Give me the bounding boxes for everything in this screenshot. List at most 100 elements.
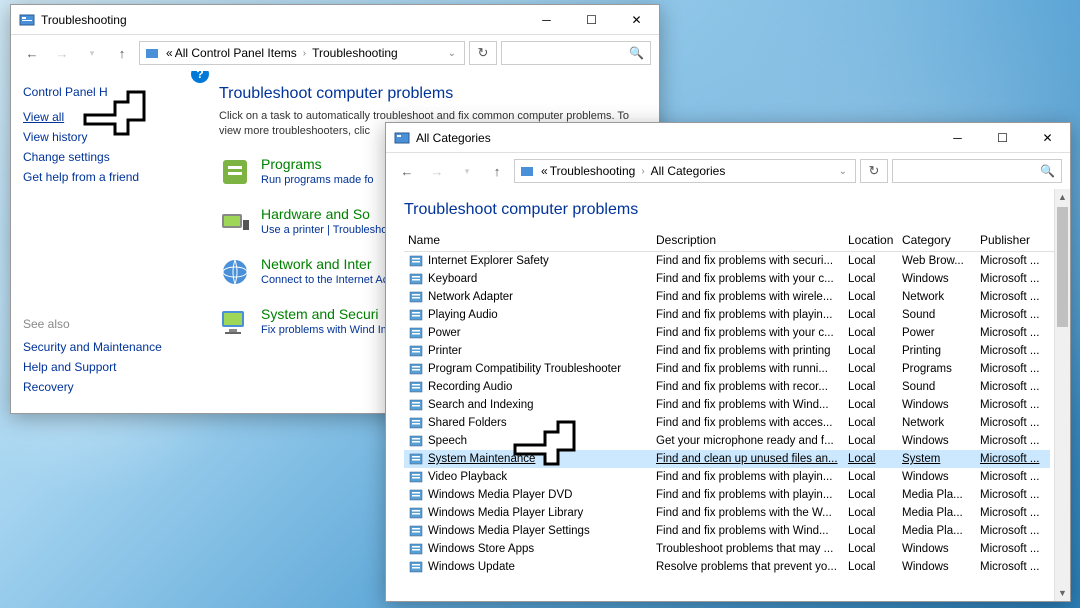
cell-category: Sound xyxy=(898,381,976,393)
forward-button[interactable]: → xyxy=(49,40,75,66)
breadcrumb-sep: › xyxy=(303,48,306,59)
minimize-button[interactable]: ─ xyxy=(935,123,980,152)
col-category[interactable]: Category xyxy=(898,233,976,247)
table-row[interactable]: System MaintenanceFind and clean up unus… xyxy=(404,450,1050,468)
sidebar-link-change-settings[interactable]: Change settings xyxy=(23,147,189,167)
sidebar-link-help[interactable]: Help and Support xyxy=(23,357,189,377)
table-row[interactable]: Video PlaybackFind and fix problems with… xyxy=(404,468,1050,486)
col-location[interactable]: Location xyxy=(844,233,898,247)
recent-dropdown[interactable]: ▾ xyxy=(454,158,480,184)
table-row[interactable]: Program Compatibility TroubleshooterFind… xyxy=(404,360,1050,378)
search-input[interactable]: 🔍 xyxy=(892,159,1062,183)
cell-publisher: Microsoft ... xyxy=(976,255,1046,267)
scroll-thumb[interactable] xyxy=(1057,207,1068,327)
col-description[interactable]: Description xyxy=(652,233,844,247)
back-button[interactable]: ← xyxy=(19,40,45,66)
refresh-button[interactable]: ↻ xyxy=(469,41,497,65)
table-row[interactable]: KeyboardFind and fix problems with your … xyxy=(404,270,1050,288)
maximize-button[interactable]: ☐ xyxy=(980,123,1025,152)
cell-description: Find and fix problems with acces... xyxy=(652,417,844,429)
navigation-bar: ← → ▾ ↑ « Troubleshooting › All Categori… xyxy=(386,153,1070,189)
breadcrumb-dropdown[interactable]: ⌄ xyxy=(835,166,851,177)
scroll-down-icon[interactable]: ▼ xyxy=(1055,585,1070,601)
col-publisher[interactable]: Publisher xyxy=(976,233,1046,247)
breadcrumb-root[interactable]: « xyxy=(166,46,173,60)
cell-publisher: Microsoft ... xyxy=(976,471,1046,483)
row-icon xyxy=(408,415,424,431)
sidebar-link-get-help[interactable]: Get help from a friend xyxy=(23,167,189,187)
cell-publisher: Microsoft ... xyxy=(976,363,1046,375)
col-name[interactable]: Name xyxy=(404,233,652,247)
cell-publisher: Microsoft ... xyxy=(976,309,1046,321)
back-button[interactable]: ← xyxy=(394,158,420,184)
table-row[interactable]: Windows Media Player LibraryFind and fix… xyxy=(404,504,1050,522)
scroll-up-icon[interactable]: ▲ xyxy=(1055,189,1070,205)
table-row[interactable]: Shared FoldersFind and fix problems with… xyxy=(404,414,1050,432)
cell-category: Windows xyxy=(898,471,976,483)
titlebar[interactable]: All Categories ─ ☐ ✕ xyxy=(386,123,1070,153)
breadcrumb-dropdown[interactable]: ⌄ xyxy=(444,48,460,59)
forward_button[interactable]: → xyxy=(424,158,450,184)
refresh-button[interactable]: ↻ xyxy=(860,159,888,183)
breadcrumb-item[interactable]: All Control Panel Items xyxy=(175,46,297,60)
cell-name: Search and Indexing xyxy=(404,397,652,413)
sidebar-link-recovery[interactable]: Recovery xyxy=(23,377,189,397)
breadcrumb-sep: › xyxy=(641,166,644,177)
cell-location: Local xyxy=(844,453,898,465)
table-row[interactable]: Windows Store AppsTroubleshoot problems … xyxy=(404,540,1050,558)
breadcrumb-root[interactable]: « xyxy=(541,164,548,178)
close-button[interactable]: ✕ xyxy=(1025,123,1070,152)
sidebar-link-view-history[interactable]: View history xyxy=(23,127,189,147)
breadcrumb-item[interactable]: Troubleshooting xyxy=(550,164,636,178)
table-row[interactable]: Recording AudioFind and fix problems wit… xyxy=(404,378,1050,396)
cell-description: Find and fix problems with runni... xyxy=(652,363,844,375)
breadcrumb-icon xyxy=(519,163,535,179)
cell-description: Troubleshoot problems that may ... xyxy=(652,543,844,555)
cell-location: Local xyxy=(844,327,898,339)
titlebar[interactable]: Troubleshooting ─ ☐ ✕ xyxy=(11,5,659,35)
recent-dropdown[interactable]: ▾ xyxy=(79,40,105,66)
cell-publisher: Microsoft ... xyxy=(976,525,1046,537)
close-button[interactable]: ✕ xyxy=(614,5,659,34)
sidebar-link-view-all[interactable]: View all xyxy=(23,107,189,127)
breadcrumb-item[interactable]: All Categories xyxy=(651,164,726,178)
cell-description: Get your microphone ready and f... xyxy=(652,435,844,447)
cell-description: Find and fix problems with Wind... xyxy=(652,525,844,537)
cell-description: Find and fix problems with wirele... xyxy=(652,291,844,303)
see-also-heading: See also xyxy=(23,317,189,331)
table-row[interactable]: Windows Media Player DVDFind and fix pro… xyxy=(404,486,1050,504)
up-button[interactable]: ↑ xyxy=(109,40,135,66)
sidebar-link-security[interactable]: Security and Maintenance xyxy=(23,337,189,357)
row-icon xyxy=(408,379,424,395)
cell-publisher: Microsoft ... xyxy=(976,453,1046,465)
table-row[interactable]: PrinterFind and fix problems with printi… xyxy=(404,342,1050,360)
cell-location: Local xyxy=(844,399,898,411)
cell-category: Windows xyxy=(898,543,976,555)
table-row[interactable]: Windows Media Player SettingsFind and fi… xyxy=(404,522,1050,540)
breadcrumb-item[interactable]: Troubleshooting xyxy=(312,46,398,60)
table-row[interactable]: Internet Explorer SafetyFind and fix pro… xyxy=(404,252,1050,270)
table-row[interactable]: Playing AudioFind and fix problems with … xyxy=(404,306,1050,324)
maximize-button[interactable]: ☐ xyxy=(569,5,614,34)
breadcrumb[interactable]: « Troubleshooting › All Categories ⌄ xyxy=(514,159,856,183)
table-row[interactable]: Windows UpdateResolve problems that prev… xyxy=(404,558,1050,576)
window-title: All Categories xyxy=(416,131,935,145)
cell-description: Find and fix problems with the W... xyxy=(652,507,844,519)
up-button[interactable]: ↑ xyxy=(484,158,510,184)
cell-name: Video Playback xyxy=(404,469,652,485)
cell-location: Local xyxy=(844,309,898,321)
breadcrumb[interactable]: « All Control Panel Items › Troubleshoot… xyxy=(139,41,465,65)
table-row[interactable]: Search and IndexingFind and fix problems… xyxy=(404,396,1050,414)
cell-category: Media Pla... xyxy=(898,525,976,537)
scrollbar[interactable]: ▲ ▼ xyxy=(1054,189,1070,601)
cell-description: Find and fix problems with Wind... xyxy=(652,399,844,411)
table-row[interactable]: SpeechGet your microphone ready and f...… xyxy=(404,432,1050,450)
cell-description: Find and fix problems with recor... xyxy=(652,381,844,393)
row-icon xyxy=(408,451,424,467)
table-row[interactable]: PowerFind and fix problems with your c..… xyxy=(404,324,1050,342)
cell-description: Find and fix problems with your c... xyxy=(652,327,844,339)
row-icon xyxy=(408,271,424,287)
table-row[interactable]: Network AdapterFind and fix problems wit… xyxy=(404,288,1050,306)
minimize-button[interactable]: ─ xyxy=(524,5,569,34)
search-input[interactable]: 🔍 xyxy=(501,41,651,65)
